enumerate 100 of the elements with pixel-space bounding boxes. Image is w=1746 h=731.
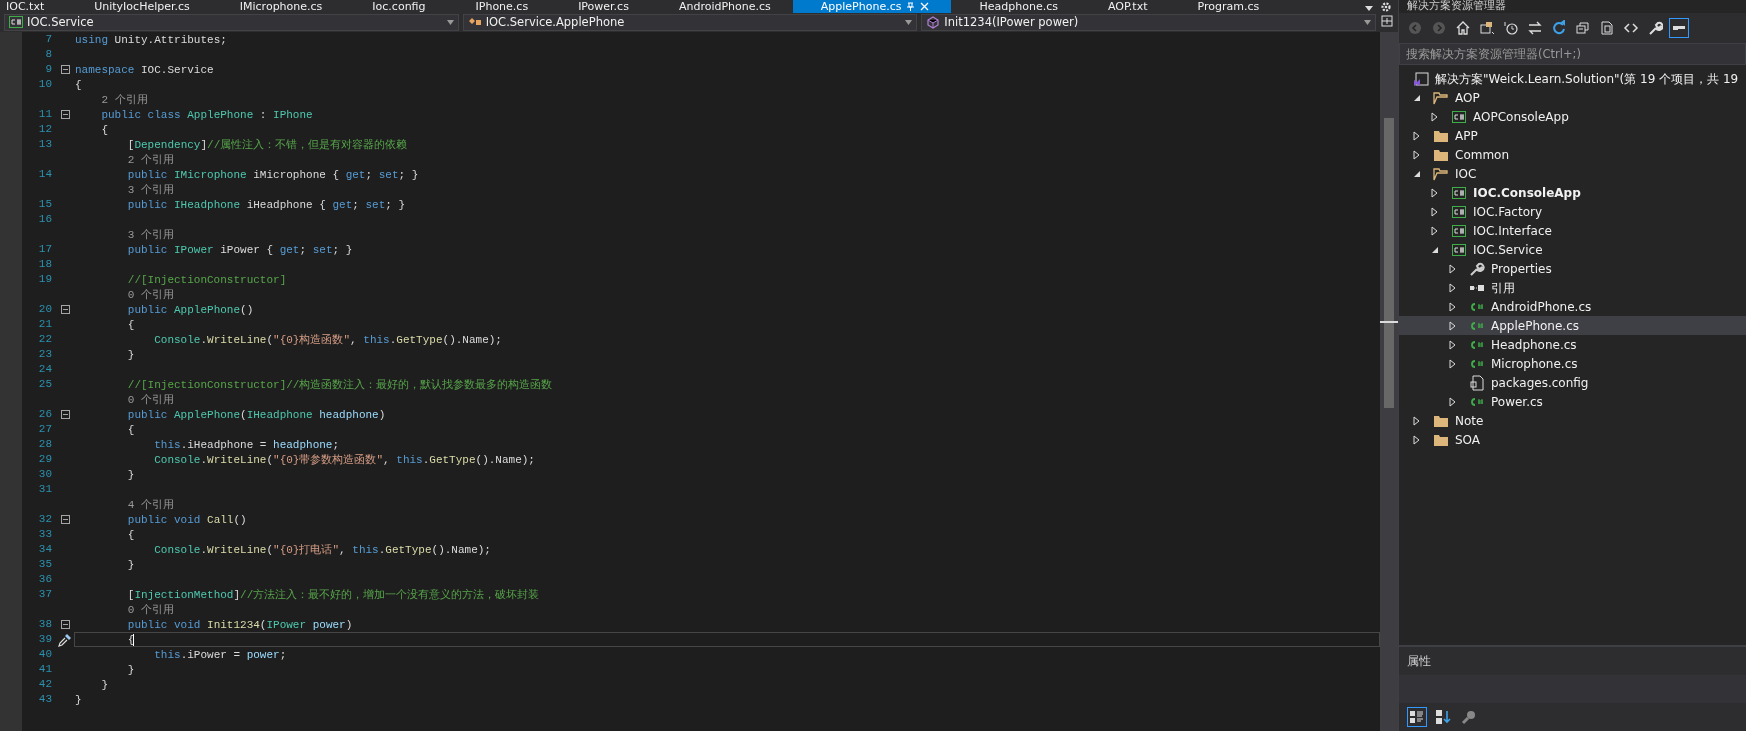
collapse-icon[interactable] [60,620,70,629]
settings-icon[interactable] [1380,1,1392,13]
open-folder-icon [1433,89,1449,106]
switch-views-icon [1479,20,1495,36]
line-number: 9 [44,62,53,78]
expanded-arrow-icon[interactable] [1431,245,1439,254]
line-number: 23 [37,347,53,363]
collapse-icon[interactable] [60,305,70,314]
collapse-icon[interactable] [60,410,70,419]
document-tab[interactable]: Headphone.cs [951,0,1080,13]
expanded-arrow-icon[interactable] [1413,169,1421,178]
document-tab[interactable]: IMicrophone.cs [211,0,345,13]
document-tab[interactable]: AndroidPhone.cs [650,0,793,13]
tree-item[interactable]: IOC.Interface [1399,221,1746,240]
collapsed-arrow-icon[interactable] [1431,187,1438,198]
collapsed-arrow-icon[interactable] [1449,339,1456,350]
tree-item[interactable]: AOPConsoleApp [1399,107,1746,126]
tree-item[interactable]: 解决方案"Weick.Learn.Solution"(第 19 个项目，共 19 [1399,69,1746,88]
tree-item[interactable]: SOA [1399,430,1746,449]
search-field[interactable]: 搜索解决方案资源管理器(Ctrl+;) [1399,43,1746,65]
code-line: } [100,679,108,691]
collapsed-arrow-icon[interactable] [1431,206,1438,217]
code-line: } [126,664,135,676]
config-file-icon [1469,374,1485,391]
collapsed-arrow-icon[interactable] [1431,111,1438,122]
reference-count[interactable]: 2 个引用 [75,154,174,166]
vertical-scrollbar[interactable] [1380,32,1398,731]
collapsed-arrow-icon[interactable] [1413,415,1420,426]
document-tab[interactable]: UnityIocHelper.cs [66,0,212,13]
categorized-button[interactable] [1407,707,1427,727]
collapse-all-icon [1575,20,1591,36]
document-tab[interactable]: IPower.cs [550,0,651,13]
tree-item[interactable]: IOC.Service [1399,240,1746,259]
tree-item[interactable]: IOC.ConsoleApp [1399,183,1746,202]
document-tab[interactable]: AOP.txt [1079,0,1170,13]
line-number: 31 [37,482,53,498]
navigation-dropdown[interactable]: IOC.Service [4,14,459,31]
code-line: this.iPower = power; [153,649,287,661]
document-tab[interactable]: ApplePhone.cs [792,0,952,13]
document-tab[interactable]: Ioc.config [344,0,448,13]
reference-count[interactable]: 3 个引用 [75,229,174,241]
tree-item[interactable]: APP [1399,126,1746,145]
key-icon [1461,709,1477,725]
line-number: 15 [37,197,53,213]
code-line: { [126,529,135,541]
line-number: 37 [37,587,53,603]
line-number: 28 [37,437,53,453]
tree-item[interactable]: Note [1399,411,1746,430]
reference-count[interactable]: 4 个引用 [75,499,174,511]
collapsed-arrow-icon[interactable] [1449,282,1456,293]
collapsed-arrow-icon[interactable] [1413,130,1420,141]
code-line: public class ApplePhone : IPhone [100,109,313,121]
line-number: 24 [37,362,53,378]
tree-item[interactable]: Properties [1399,259,1746,278]
reference-count[interactable]: 0 个引用 [75,289,174,301]
navigation-dropdown[interactable]: Init1234(IPower power) [921,14,1376,31]
document-tab[interactable]: Program.cs [1169,0,1282,13]
reference-count[interactable]: 0 个引用 [75,604,174,616]
tree-item[interactable]: IOC [1399,164,1746,183]
code-line: { [75,79,82,91]
reference-count[interactable]: 0 个引用 [75,394,174,406]
collapsed-arrow-icon[interactable] [1449,396,1456,407]
collapse-icon[interactable] [60,65,70,74]
collapsed-arrow-icon[interactable] [1449,358,1456,369]
collapse-icon[interactable] [60,110,70,119]
collapsed-arrow-icon[interactable] [1449,263,1456,274]
expanded-arrow-icon[interactable] [1413,93,1421,102]
sort-alphabetical-button[interactable] [1433,707,1453,727]
tree-item[interactable]: Headphone.cs [1399,335,1746,354]
close-icon[interactable] [920,2,930,11]
scrollbar-thumb[interactable] [1384,118,1394,408]
preview-icon [1673,26,1685,30]
navigation-dropdown[interactable]: IOC.Service.ApplePhone [462,14,918,31]
collapsed-arrow-icon[interactable] [1413,434,1420,445]
tree-item[interactable]: AndroidPhone.cs [1399,297,1746,316]
tree-item[interactable]: Common [1399,145,1746,164]
reference-count[interactable]: 2 个引用 [75,94,148,106]
document-tab[interactable]: IOC.txt [0,0,67,13]
code-line: { [126,424,135,436]
collapsed-arrow-icon[interactable] [1449,320,1456,331]
line-number: 35 [37,557,53,573]
preview-button[interactable] [1669,18,1689,38]
tree-item[interactable]: AOP [1399,88,1746,107]
document-tab[interactable]: IPhone.cs [447,0,551,13]
tree-item[interactable]: Microphone.cs [1399,354,1746,373]
line-number: 32 [37,512,53,528]
collapsed-arrow-icon[interactable] [1431,225,1438,236]
reference-count[interactable]: 3 个引用 [75,184,174,196]
code-line: using Unity.Attributes; [75,34,227,46]
line-number: 22 [37,332,53,348]
tree-item[interactable]: IOC.Factory [1399,202,1746,221]
collapse-icon[interactable] [60,515,70,524]
code-line: { [126,319,135,331]
collapsed-arrow-icon[interactable] [1449,301,1456,312]
collapsed-arrow-icon[interactable] [1413,149,1420,160]
tree-item[interactable]: Power.cs [1399,392,1746,411]
tree-item[interactable]: ApplePhone.cs [1399,316,1746,335]
split-window-icon[interactable] [1380,14,1394,28]
tree-item[interactable]: 引用 [1399,278,1746,297]
tree-item[interactable]: packages.config [1399,373,1746,392]
